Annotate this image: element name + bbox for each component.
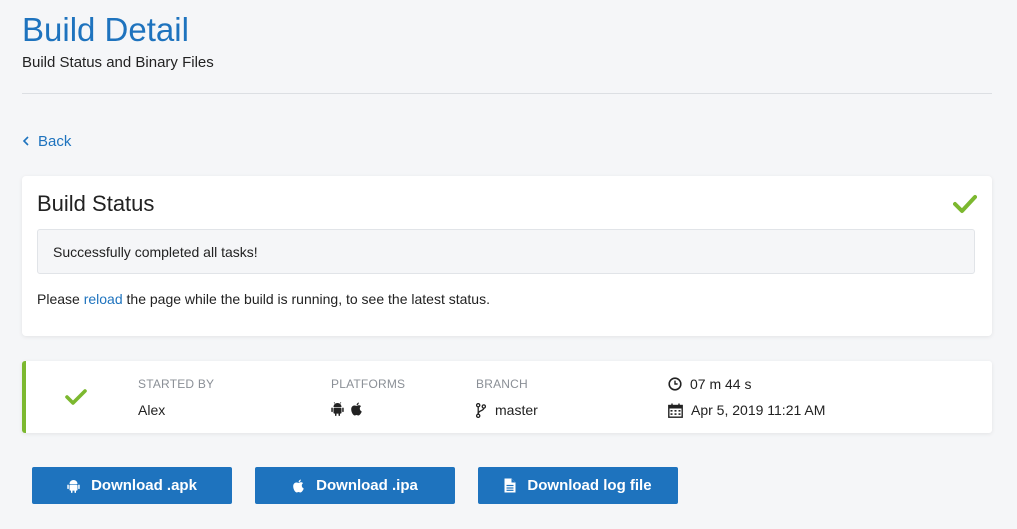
page-subtitle: Build Status and Binary Files xyxy=(22,54,214,71)
clock-icon xyxy=(668,377,682,391)
check-icon xyxy=(64,388,88,406)
build-info-bar: STARTED BY Alex PLATFORMS BRANCH master … xyxy=(22,361,992,433)
code-branch-icon xyxy=(476,402,486,418)
page-title: Build Detail xyxy=(22,11,189,48)
started-by-column: STARTED BY Alex xyxy=(138,377,214,418)
download-log-button[interactable]: Download log file xyxy=(478,467,678,504)
branch-column: BRANCH master xyxy=(476,377,538,418)
platform-icons xyxy=(331,402,405,419)
download-ipa-button[interactable]: Download .ipa xyxy=(255,467,455,504)
reload-note-suffix: the page while the build is running, to … xyxy=(122,291,490,307)
chevron-left-icon xyxy=(22,133,32,150)
duration-value: 07 m 44 s xyxy=(690,376,752,392)
download-apk-label: Download .apk xyxy=(91,477,197,494)
platforms-column: PLATFORMS xyxy=(331,377,405,419)
started-by-label: STARTED BY xyxy=(138,377,215,391)
calendar-icon xyxy=(668,403,683,418)
back-link-label: Back xyxy=(38,133,72,150)
timing-column: 07 m 44 s Apr 5, 2019 11:21 AM xyxy=(668,375,825,419)
reload-note: Please reload the page while the build i… xyxy=(37,291,490,307)
android-icon xyxy=(331,402,344,419)
duration-row: 07 m 44 s xyxy=(668,375,825,393)
branch-label: BRANCH xyxy=(476,377,528,391)
file-icon xyxy=(504,478,516,493)
back-link[interactable]: Back xyxy=(22,133,71,150)
platforms-label: PLATFORMS xyxy=(331,377,406,391)
page-header: Build Detail Build Status and Binary Fil… xyxy=(22,8,992,72)
apple-icon xyxy=(350,402,363,419)
date-value: Apr 5, 2019 11:21 AM xyxy=(691,402,826,418)
android-icon xyxy=(67,479,80,493)
download-ipa-label: Download .ipa xyxy=(316,477,418,494)
reload-note-prefix: Please xyxy=(37,291,84,307)
download-log-label: Download log file xyxy=(527,477,652,494)
apple-icon xyxy=(293,479,304,492)
download-apk-button[interactable]: Download .apk xyxy=(32,467,232,504)
branch-value: master xyxy=(495,402,538,418)
build-status-card: Build Status Successfully completed all … xyxy=(22,176,992,336)
started-by-value: Alex xyxy=(138,402,166,418)
status-message: Successfully completed all tasks! xyxy=(53,243,258,260)
branch-row: master xyxy=(476,402,538,418)
build-status-title: Build Status xyxy=(37,191,155,216)
status-message-box: Successfully completed all tasks! xyxy=(37,229,975,274)
check-icon xyxy=(953,194,977,214)
header-divider xyxy=(22,93,992,94)
reload-link[interactable]: reload xyxy=(84,291,123,307)
date-row: Apr 5, 2019 11:21 AM xyxy=(668,401,825,419)
